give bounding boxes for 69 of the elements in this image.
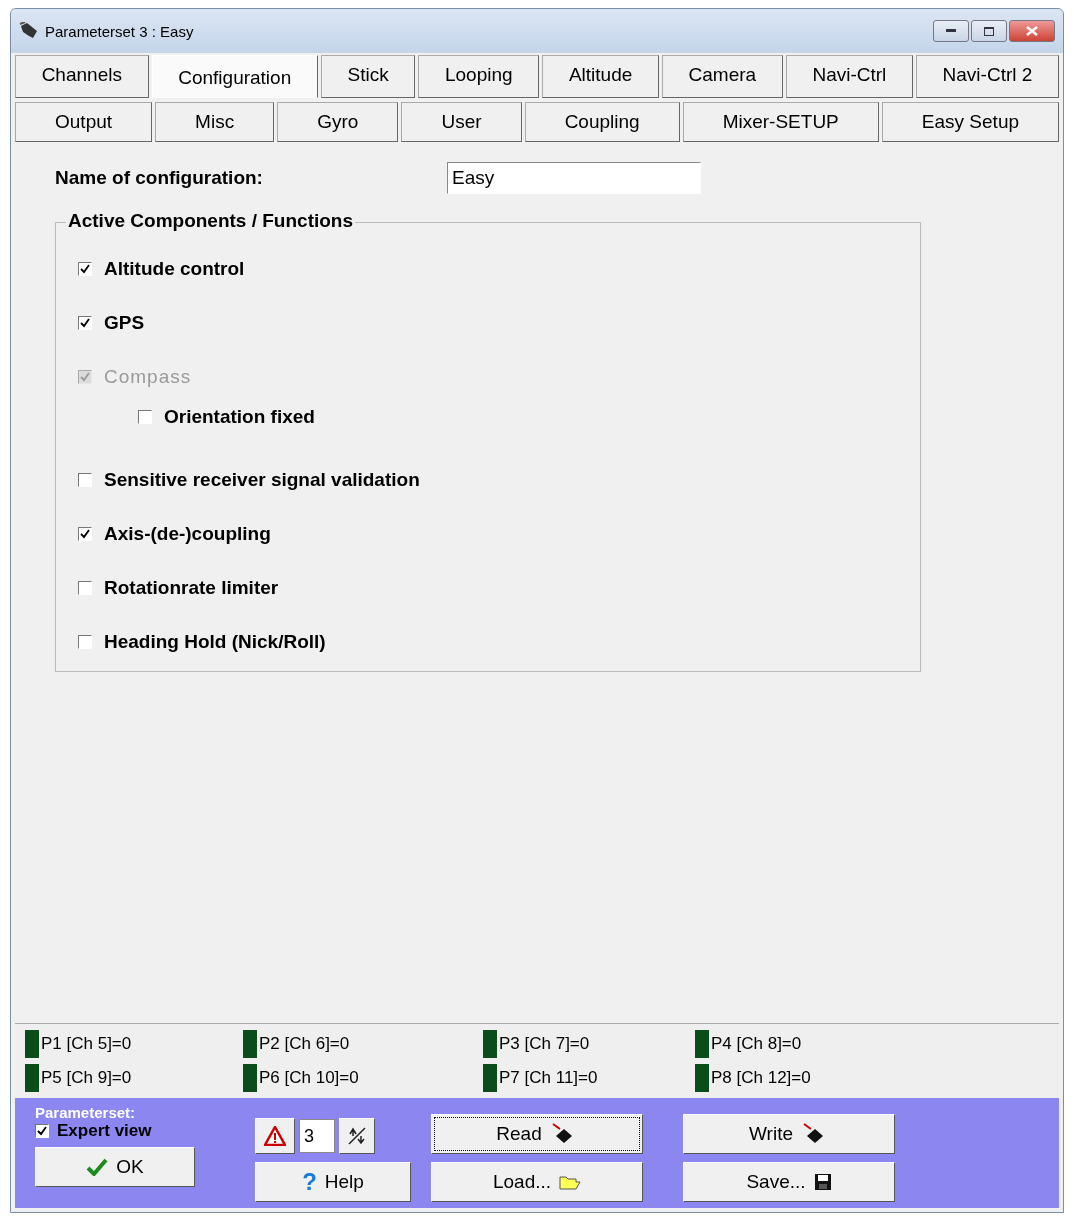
expert-view-checkbox[interactable]: Expert view (35, 1121, 255, 1141)
led-icon (695, 1030, 709, 1058)
checkbox[interactable] (78, 262, 92, 276)
tab[interactable]: Navi-Ctrl 2 (915, 55, 1059, 98)
check-icon (86, 1158, 109, 1176)
tab[interactable]: Coupling (524, 102, 680, 142)
up-down-arrows-icon (347, 1126, 367, 1146)
led-icon (483, 1030, 497, 1058)
tab[interactable]: Camera (661, 55, 783, 98)
set-number-field[interactable]: 3 (299, 1119, 335, 1153)
tab[interactable]: Gyro (277, 102, 399, 142)
minimize-button[interactable] (933, 20, 969, 42)
help-button[interactable]: ? Help (255, 1162, 411, 1202)
minimize-icon (946, 29, 956, 33)
led-icon (695, 1064, 709, 1092)
tab[interactable]: Easy Setup (881, 102, 1060, 142)
load-button[interactable]: Load... (431, 1162, 643, 1202)
channel-value: P3 [Ch 7]=0 (499, 1034, 590, 1054)
maximize-button[interactable] (971, 20, 1007, 42)
close-button[interactable] (1009, 20, 1055, 42)
footer-title: Parameterset: (35, 1104, 137, 1121)
checkbox-option[interactable]: Sensitive receiver signal validation (78, 460, 420, 500)
checkbox[interactable] (78, 581, 92, 595)
warning-button[interactable] (255, 1118, 295, 1154)
channel-value: P6 [Ch 10]=0 (259, 1068, 359, 1088)
channel-value: P2 [Ch 6]=0 (259, 1034, 350, 1054)
channel-value: P7 [Ch 11]=0 (499, 1068, 598, 1088)
tab[interactable]: Stick (320, 55, 416, 98)
tab[interactable]: User (401, 102, 522, 142)
channel-value: P1 [Ch 5]=0 (41, 1034, 132, 1054)
tab[interactable]: Mixer-SETUP (682, 102, 879, 142)
led-icon (25, 1064, 39, 1092)
checkbox-option[interactable]: GPS (78, 303, 145, 343)
checkbox[interactable] (78, 316, 92, 330)
checkbox[interactable] (35, 1124, 49, 1138)
checkbox[interactable] (78, 527, 92, 541)
tab[interactable]: Output (15, 102, 153, 142)
tab[interactable]: Navi-Ctrl (785, 55, 913, 98)
channel-value: P8 [Ch 12]=0 (711, 1068, 811, 1088)
checkbox-option[interactable]: Altitude control (78, 249, 245, 289)
led-icon (243, 1064, 257, 1092)
close-icon (1026, 26, 1038, 36)
led-icon (25, 1030, 39, 1058)
checkbox[interactable] (78, 635, 92, 649)
tab[interactable]: Misc (155, 102, 275, 142)
window-title: Parameterset 3 : Easy (45, 22, 194, 40)
channel-value: P4 [Ch 8]=0 (711, 1034, 802, 1054)
write-button[interactable]: Write (683, 1114, 895, 1154)
field-label: Name of configuration: (55, 167, 264, 189)
checkbox-option[interactable]: Rotationrate limiter (78, 568, 279, 608)
channel-value: P5 [Ch 9]=0 (41, 1068, 132, 1088)
read-button[interactable]: Read (431, 1114, 643, 1154)
save-button[interactable]: Save... (683, 1162, 895, 1202)
tab[interactable]: Channels (15, 55, 149, 98)
ok-button[interactable]: OK (35, 1147, 195, 1187)
name-field[interactable]: Easy (447, 162, 701, 194)
led-icon (243, 1030, 257, 1058)
spin-button[interactable] (339, 1118, 375, 1154)
warning-icon (264, 1126, 286, 1146)
tab[interactable]: Altitude (542, 55, 659, 98)
tab[interactable]: Looping (418, 55, 540, 98)
tab[interactable]: Configuration (151, 55, 318, 98)
led-icon (483, 1064, 497, 1092)
checkbox-option[interactable]: Heading Hold (Nick/Roll) (78, 622, 326, 662)
help-icon: ? (302, 1168, 317, 1196)
checkbox[interactable] (78, 473, 92, 487)
checkbox-option[interactable]: Axis-(de-)coupling (78, 514, 271, 554)
folder-icon (559, 1174, 582, 1190)
maximize-icon (984, 26, 994, 36)
